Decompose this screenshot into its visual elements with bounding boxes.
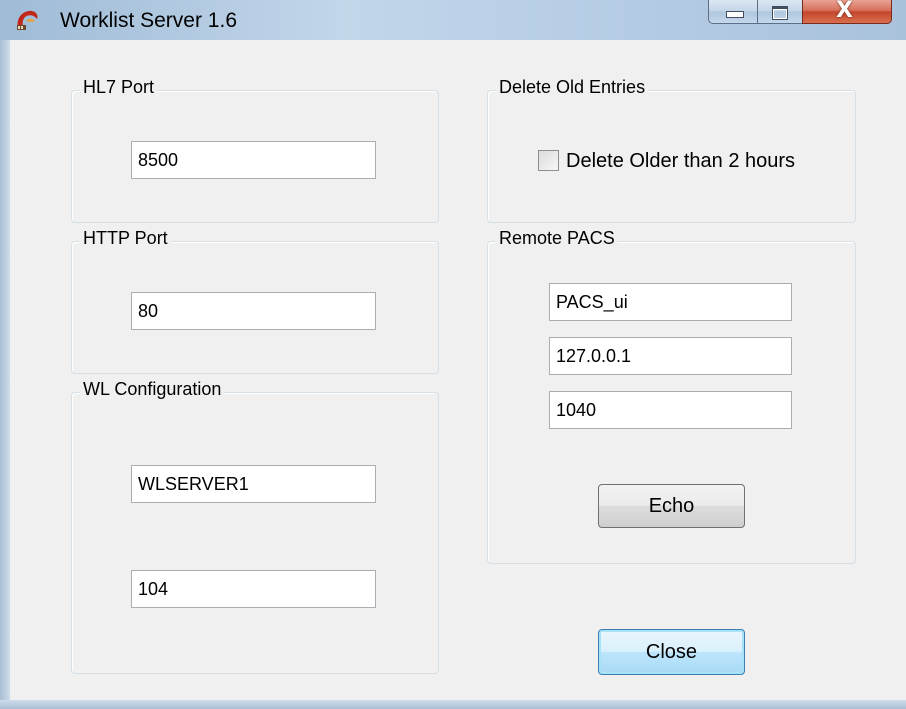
http-port-input[interactable] [131,292,376,330]
http-port-label: HTTP Port [80,228,171,249]
wl-port-input[interactable] [131,570,376,608]
close-button[interactable]: Close [598,629,745,675]
wl-ae-title-input[interactable] [131,465,376,503]
wl-configuration-group: WL Configuration [71,379,439,674]
window-frame-bottom [0,700,906,709]
maximize-button[interactable] [757,0,803,24]
window-frame-left [0,40,10,709]
close-icon: X [836,0,853,23]
hl7-port-input[interactable] [131,141,376,179]
window-close-button[interactable]: X [802,0,892,24]
minimize-button[interactable] [708,0,758,24]
remote-pacs-label: Remote PACS [496,228,618,249]
app-window: Worklist Server 1.6 X HL7 Port HTTP Port… [0,0,906,709]
pacs-port-input[interactable] [549,391,792,429]
caption-buttons: X [708,0,906,26]
pacs-host-input[interactable] [549,337,792,375]
delete-old-entries-label: Delete Old Entries [496,77,649,98]
minimize-icon [726,11,744,18]
window-title: Worklist Server 1.6 [60,9,237,32]
wl-configuration-label: WL Configuration [80,379,225,400]
title-bar[interactable]: Worklist Server 1.6 X [0,0,906,40]
delete-older-checkbox-label[interactable]: Delete Older than 2 hours [566,150,795,173]
pacs-ae-title-input[interactable] [549,283,792,321]
hl7-port-label: HL7 Port [80,77,158,98]
echo-button[interactable]: Echo [598,484,745,528]
maximize-icon [772,6,788,20]
app-logo-icon [17,10,38,30]
delete-older-checkbox[interactable] [538,150,559,171]
